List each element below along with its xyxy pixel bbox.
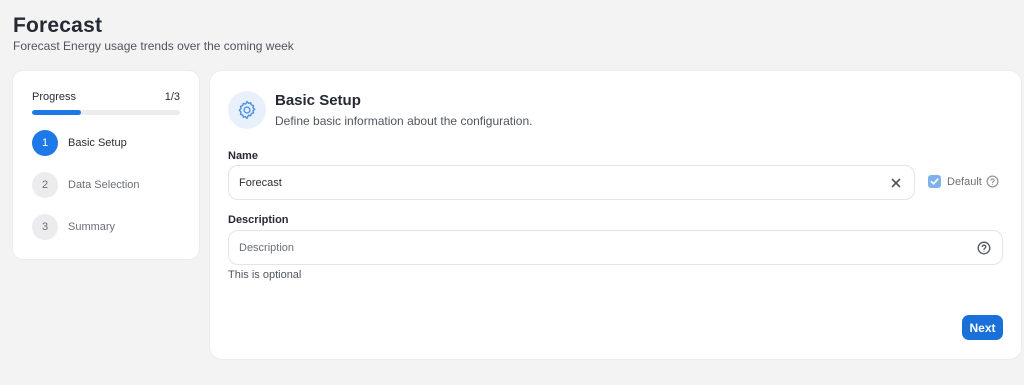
description-field-wrapper [228, 230, 1003, 265]
gear-icon [228, 91, 266, 129]
step-label: Summary [68, 221, 116, 233]
description-label: Description [228, 214, 289, 226]
step-basic-setup[interactable]: 1 Basic Setup [32, 130, 127, 156]
default-checkbox[interactable] [928, 175, 941, 188]
progress-header: Progress 1/3 [32, 91, 180, 103]
name-field-wrapper [228, 165, 915, 200]
help-icon[interactable] [976, 240, 992, 256]
step-summary[interactable]: 3 Summary [32, 214, 115, 240]
step-number: 2 [32, 172, 58, 198]
next-button[interactable]: Next [962, 315, 1003, 340]
step-label: Data Selection [68, 179, 140, 191]
step-data-selection[interactable]: 2 Data Selection [32, 172, 140, 198]
step-label: Basic Setup [68, 137, 127, 149]
progress-label: Progress [32, 91, 77, 103]
section-title: Basic Setup [275, 92, 361, 109]
progress-count: 1/3 [164, 91, 180, 103]
clear-icon[interactable] [888, 175, 904, 191]
name-label: Name [228, 150, 258, 162]
help-icon[interactable] [986, 175, 999, 188]
progress-panel: Progress 1/3 1 Basic Setup 2 Data Select… [13, 71, 199, 259]
step-number: 1 [32, 130, 58, 156]
name-field[interactable] [239, 176, 888, 189]
description-field[interactable] [239, 241, 976, 254]
description-hint: This is optional [228, 269, 302, 281]
default-option: Default [928, 175, 999, 188]
page-subtitle: Forecast Energy usage trends over the co… [13, 39, 294, 53]
setup-panel: Basic Setup Define basic information abo… [210, 71, 1021, 359]
page-title: Forecast [13, 14, 103, 37]
default-label: Default [947, 175, 982, 188]
step-number: 3 [32, 214, 58, 240]
section-description: Define basic information about the confi… [275, 114, 533, 128]
progress-bar [32, 110, 180, 115]
progress-bar-fill [32, 110, 82, 115]
